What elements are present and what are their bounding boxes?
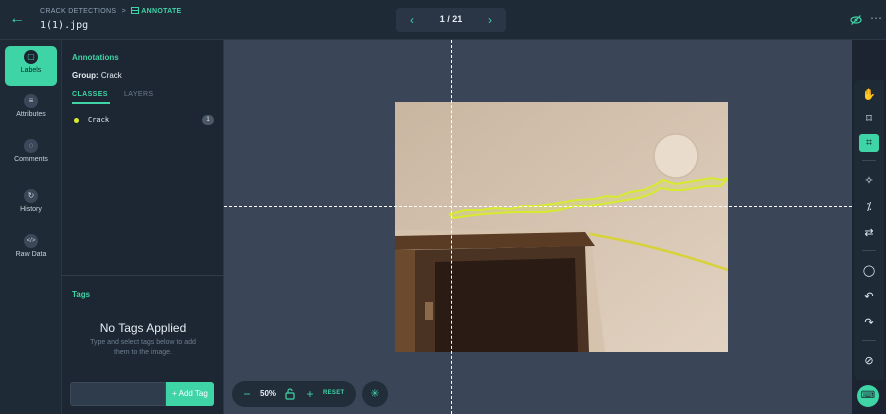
breadcrumb: CRACK DETECTIONS > ANNOTATE [40, 7, 182, 15]
comment-icon: ◌ [24, 139, 38, 153]
add-tag-button[interactable]: + Add Tag [166, 382, 214, 406]
tag-input[interactable] [70, 382, 166, 406]
crosshair-horizontal [224, 206, 852, 207]
nav-labels-label: Labels [20, 67, 42, 74]
next-image-button[interactable]: › [478, 8, 502, 32]
annotated-image[interactable] [395, 102, 728, 352]
tag-icon: ▢ [24, 50, 38, 64]
code-icon: </> [24, 234, 38, 248]
nav-history[interactable]: ↻ History [5, 185, 57, 225]
top-bar: ← CRACK DETECTIONS > ANNOTATE 1(1).jpg ‹… [0, 0, 886, 40]
nav-history-label: History [20, 206, 42, 213]
magic-wand-icon[interactable]: ⁒ [859, 198, 879, 216]
nav-comments[interactable]: ◌ Comments [5, 135, 57, 175]
nav-raw-data[interactable]: </> Raw Data [5, 230, 57, 270]
bbox-icon[interactable]: ⌑ [859, 110, 879, 128]
nav-labels[interactable]: ▢ Labels [5, 46, 57, 86]
nav-attributes[interactable]: ≡ Attributes [5, 90, 57, 130]
nav-comments-label: Comments [14, 156, 48, 163]
undo-icon[interactable]: ↶ [859, 288, 879, 306]
tags-title: Tags [72, 290, 91, 299]
class-count-badge: 1 [202, 115, 214, 125]
tab-layers[interactable]: LAYERS [124, 91, 154, 98]
brightness-icon[interactable]: ✳ [362, 381, 388, 407]
class-item-crack[interactable]: Crack 1 [72, 115, 214, 127]
tool-palette: ✋ ⌑ ⌗ ✧ ⁒ ⇄ ◯ ↶ ↷ ⊘ [854, 80, 884, 380]
list-icon: ≡ [24, 94, 38, 108]
keyboard-shortcuts-icon[interactable]: ⌨ [857, 385, 879, 407]
annotate-icon [131, 7, 140, 14]
crosshair-vertical [451, 40, 452, 414]
annotation-canvas[interactable]: − 50% + RESET ✳ [224, 40, 852, 414]
nav-raw-data-label: Raw Data [15, 251, 47, 258]
polygon-icon[interactable]: ⌗ [859, 134, 879, 152]
image-pager: ‹ 1 / 21 › [396, 8, 506, 32]
zoom-controls: − 50% + RESET [232, 381, 356, 407]
file-name: 1(1).jpg [40, 20, 89, 31]
lock-icon[interactable] [285, 388, 295, 400]
active-tab-indicator [72, 102, 110, 104]
tool-separator [862, 160, 876, 161]
more-options-icon[interactable]: ⋯ [870, 12, 882, 24]
tool-separator [862, 340, 876, 341]
class-color-dot [74, 118, 79, 123]
redo-icon[interactable]: ↷ [859, 314, 879, 332]
sync-icon[interactable]: ⇄ [859, 224, 879, 242]
breadcrumb-separator: > [121, 8, 127, 15]
breadcrumb-current: ANNOTATE [131, 7, 182, 15]
group-indicator: Group: Crack [72, 71, 122, 80]
clear-icon[interactable]: ⊘ [859, 352, 879, 370]
no-tags-hint: Type and select tags below to add them t… [90, 339, 196, 356]
zoom-reset-button[interactable]: RESET [323, 390, 345, 396]
back-arrow-icon[interactable]: ← [8, 10, 26, 28]
group-value: Crack [100, 71, 122, 80]
left-nav: ▢ Labels ≡ Attributes ◌ Comments ↻ Histo… [0, 40, 62, 414]
hand-icon[interactable]: ✋ [859, 86, 879, 104]
lasso-icon[interactable]: ◯ [859, 262, 879, 280]
hide-annotations-icon[interactable] [850, 14, 862, 26]
zoom-out-button[interactable]: − [240, 386, 254, 402]
breadcrumb-project-link[interactable]: CRACK DETECTIONS [40, 8, 116, 15]
magic-select-icon[interactable]: ✧ [859, 172, 879, 190]
zoom-level: 50% [260, 389, 277, 398]
annotations-panel: Annotations Group: Crack CLASSES LAYERS … [62, 40, 224, 414]
tool-separator [862, 250, 876, 251]
class-name: Crack [88, 116, 110, 124]
tags-divider [62, 275, 224, 276]
zoom-in-button[interactable]: + [303, 386, 317, 402]
group-label: Group: [72, 71, 99, 80]
no-tags-title: No Tags Applied [99, 321, 187, 335]
panel-title: Annotations [72, 53, 119, 62]
history-icon: ↻ [24, 189, 38, 203]
nav-attributes-label: Attributes [16, 111, 46, 118]
tab-classes[interactable]: CLASSES [72, 91, 108, 98]
breadcrumb-current-label: ANNOTATE [141, 8, 182, 15]
